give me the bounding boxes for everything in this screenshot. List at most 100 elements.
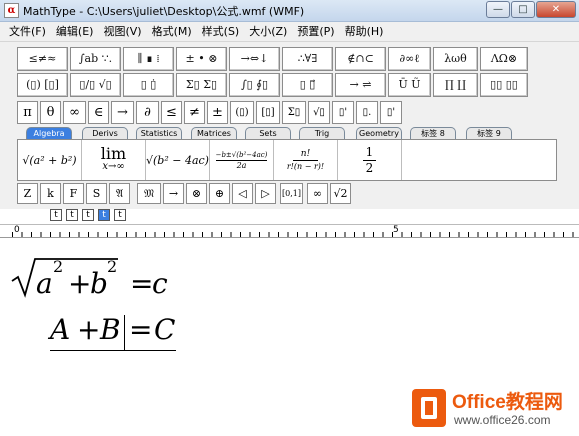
relational-symbols-palette[interactable]: ≤≠≈ (17, 47, 68, 71)
ruler-ticks (12, 232, 579, 237)
operator-symbols-palette[interactable]: ± • ⊗ (176, 47, 227, 71)
template-one-half[interactable]: 1 2 (338, 140, 402, 180)
symbol-arrow-button[interactable]: → (111, 101, 134, 124)
symbol-theta-button[interactable]: θ (40, 101, 61, 124)
fraktur-m-button[interactable]: 𝔐 (137, 183, 161, 204)
set-operators-palette[interactable]: ∏ ∐ (433, 73, 478, 97)
interval-button[interactable]: [0,1] (280, 183, 303, 204)
eq2-a: A (50, 313, 71, 346)
sqrt-two-button[interactable]: √2 (330, 183, 351, 204)
eq2-equals: = (129, 313, 153, 346)
sum-template-button[interactable]: Σ▯ (282, 101, 306, 124)
superscript-template-button[interactable]: ▯' (332, 101, 354, 124)
fence-templates-palette[interactable]: (▯) [▯] (17, 73, 68, 97)
circled-times-button[interactable]: ⊗ (186, 183, 207, 204)
fraktur-a-button[interactable]: 𝔄 (109, 183, 130, 204)
spaces-ellipses-palette[interactable]: ∫ab ∵. (70, 47, 121, 71)
algebra-template-bar: √(a² + b²) lim x→∞ √(b² − 4ac) −b±√(b²−4… (17, 139, 557, 181)
window-title: MathType - C:\Users\juliet\Desktop\公式.wm… (23, 5, 305, 18)
style-button-k[interactable]: k (40, 183, 61, 204)
symbol-neq-button[interactable]: ≠ (184, 101, 205, 124)
menu-help[interactable]: 帮助(H) (340, 23, 389, 41)
close-button[interactable]: ✕ (536, 1, 576, 18)
labeled-arrow-palette[interactable]: → ⇌ (335, 73, 386, 97)
tab-statistics[interactable]: Statistics (136, 127, 182, 139)
menu-size[interactable]: 大小(Z) (244, 23, 292, 41)
menu-edit[interactable]: 编辑(E) (51, 23, 99, 41)
sqrt-template-button[interactable]: √▯ (308, 101, 330, 124)
symbol-element-of-button[interactable]: ∈ (88, 101, 109, 124)
tab-matrices[interactable]: Matrices (191, 127, 237, 139)
symbol-partial-button[interactable]: ∂ (136, 101, 159, 124)
size-symbol-button[interactable]: t (98, 209, 110, 221)
left-triangle-button[interactable]: ◁ (232, 183, 253, 204)
products-palette[interactable]: Ū Ũ (388, 73, 431, 97)
symbol-pi-button[interactable]: π (17, 101, 38, 124)
template-sqrt-a2-b2-text: √(a² + b²) (22, 153, 77, 167)
set-theory-palette[interactable]: ∉∩⊂ (335, 47, 386, 71)
text-cursor (124, 315, 125, 351)
greek-lowercase-palette[interactable]: λωθ (433, 47, 478, 71)
tab-label-8[interactable]: 标签 8 (410, 127, 456, 139)
menu-file[interactable]: 文件(F) (4, 23, 51, 41)
size-full-button[interactable]: t (50, 209, 62, 221)
size-sub-symbol-button[interactable]: t (114, 209, 126, 221)
integral-palette[interactable]: ∫▯ ∮▯ (229, 73, 280, 97)
tab-geometry[interactable]: Geometry (356, 127, 402, 139)
template-limit[interactable]: lim x→∞ (82, 140, 146, 180)
eq1-exponent-1: 2 (53, 257, 64, 276)
equation-2: A + B = C (50, 309, 180, 353)
menu-style[interactable]: 样式(S) (197, 23, 245, 41)
tab-label-9[interactable]: 标签 9 (466, 127, 512, 139)
maximize-button[interactable]: □ (511, 1, 535, 18)
brackets-template-button[interactable]: [▯] (256, 101, 280, 124)
symbol-leq-button[interactable]: ≤ (161, 101, 182, 124)
summation-palette[interactable]: Σ▯ Σ▯ (176, 73, 227, 97)
tab-trig[interactable]: Trig (299, 127, 345, 139)
ruler: 0 5 (0, 224, 579, 238)
size-sub-subscript-button[interactable]: t (82, 209, 94, 221)
menu-preferences[interactable]: 预置(P) (292, 23, 339, 41)
symbol-infinity-button[interactable]: ∞ (63, 101, 86, 124)
misc-symbols-palette[interactable]: ∂∞ℓ (388, 47, 431, 71)
tab-derivs[interactable]: Derivs (82, 127, 128, 139)
style-button-f[interactable]: F (63, 183, 84, 204)
matrix-palette[interactable]: ▯▯ ▯▯ (480, 73, 528, 97)
logical-symbols-palette[interactable]: ∴∀∃ (282, 47, 333, 71)
symbol-plusminus-button[interactable]: ± (207, 101, 228, 124)
subscript-superscript-palette[interactable]: ▯ ▯̇ (123, 73, 174, 97)
eq1-equals: = (130, 267, 154, 300)
circled-plus-button[interactable]: ⊕ (209, 183, 230, 204)
watermark-url: www.office26.com (454, 413, 551, 427)
template-sqrt-discriminant[interactable]: √(b² − 4ac) (146, 140, 210, 180)
style-button-z[interactable]: Z (17, 183, 38, 204)
infinity-button[interactable]: ∞ (307, 183, 328, 204)
greek-uppercase-palette[interactable]: ΛΩ⊗ (480, 47, 528, 71)
size-subscript-button[interactable]: t (66, 209, 78, 221)
tab-algebra[interactable]: Algebra (26, 127, 72, 139)
eq2-b: B (100, 313, 121, 346)
eq1-plus: + (68, 267, 92, 300)
parentheses-template-button[interactable]: (▯) (230, 101, 254, 124)
style-button-s[interactable]: S (86, 183, 107, 204)
fraction-radical-palette[interactable]: ▯/▯ √▯ (70, 73, 121, 97)
menu-format[interactable]: 格式(M) (147, 23, 197, 41)
underbar-overbar-palette[interactable]: ▯ ▯⃗ (282, 73, 333, 97)
template-limit-top: lim (100, 144, 127, 163)
subscript-template-button[interactable]: ▯. (356, 101, 378, 124)
menu-view[interactable]: 视图(V) (98, 23, 146, 41)
right-triangle-button[interactable]: ▷ (255, 183, 276, 204)
menu-bar: 文件(F) 编辑(E) 视图(V) 格式(M) 样式(S) 大小(Z) 预置(P… (0, 22, 579, 42)
embellishments-palette[interactable]: ∥ ∎ ⁞ (123, 47, 174, 71)
arrow-symbol-button[interactable]: → (163, 183, 184, 204)
arrow-symbols-palette[interactable]: →⇔↓ (229, 47, 280, 71)
template-quadratic-formula[interactable]: −b±√(b²−4ac) 2a (210, 140, 274, 180)
eq2-c: C (154, 313, 176, 346)
sub-superscript-template-button[interactable]: ▯' (380, 101, 402, 124)
template-one-half-top: 1 (362, 145, 377, 161)
template-sqrt-a2-b2[interactable]: √(a² + b²) (18, 140, 82, 180)
title-bar: α MathType - C:\Users\juliet\Desktop\公式.… (0, 0, 579, 22)
minimize-button[interactable]: — (486, 1, 510, 18)
tab-sets[interactable]: Sets (245, 127, 291, 139)
template-combination[interactable]: n! r!(n − r)! (274, 140, 338, 180)
